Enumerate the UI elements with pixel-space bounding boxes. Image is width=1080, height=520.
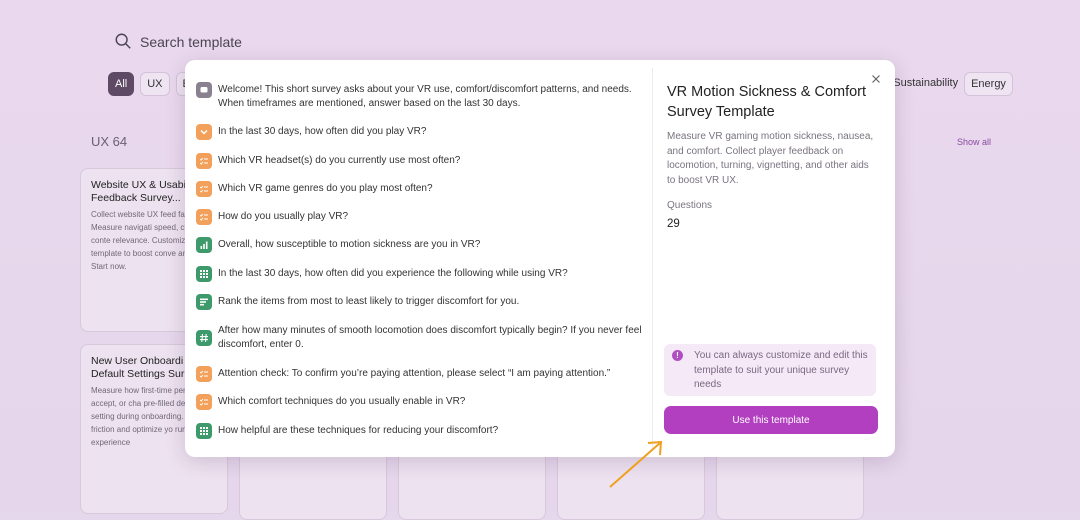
customize-notice: ! You can always customize and edit this… [664,344,876,396]
question-text: In the last 30 days, how often did you e… [218,268,568,279]
question-text: After how many minutes of smooth locomot… [218,325,642,350]
bar-chart-icon [196,237,212,253]
questions-count: 29 [667,218,680,230]
question-text: Overall, how susceptible to motion sickn… [218,239,481,250]
ranking-icon [196,294,212,310]
question-item: Which comfort techniques do you usually … [196,394,648,410]
checklist-icon [196,153,212,169]
template-preview-modal: Welcome! This short survey asks about yo… [185,60,895,457]
checklist-icon [196,209,212,225]
grid-icon [196,266,212,282]
chip-energy[interactable]: Energy [964,72,1013,96]
question-text: Which VR game genres do you play most of… [218,183,433,194]
hash-icon [196,330,212,346]
question-item: Overall, how susceptible to motion sickn… [196,237,648,253]
use-template-button[interactable]: Use this template [664,406,878,434]
question-item: How do you usually play VR? [196,209,648,225]
template-description: Measure VR gaming motion sickness, nause… [667,131,874,186]
question-list[interactable]: Welcome! This short survey asks about yo… [185,60,653,457]
checklist-icon [196,366,212,382]
chip-all[interactable]: All [108,72,135,96]
question-item: Which VR headset(s) do you currently use… [196,153,648,169]
question-text: Welcome! This short survey asks about yo… [218,84,632,109]
template-title: VR Motion Sickness & Comfort Survey Temp… [667,84,867,120]
question-text: Rank the items from most to least likely… [218,296,520,307]
search-icon [114,32,132,53]
question-text: Attention check: To confirm you’re payin… [218,368,611,379]
search-input[interactable]: Search template [140,34,242,50]
grid-icon [196,423,212,439]
show-all-link[interactable]: Show all [957,137,991,147]
question-item: Rank the items from most to least likely… [196,294,648,310]
question-text: How do you usually play VR? [218,211,349,222]
question-text: How helpful are these techniques for red… [218,425,499,436]
chip-ux[interactable]: UX [140,72,170,96]
question-item: In the last 30 days, how often did you p… [196,124,648,140]
question-item: In the last 30 days, how often did you e… [196,266,648,282]
panel-divider [652,68,653,449]
chevron-down-icon [196,124,212,140]
checklist-icon [196,394,212,410]
search-bar[interactable]: Search template [108,24,994,60]
question-text: Which comfort techniques do you usually … [218,396,466,407]
question-item: Attention check: To confirm you’re payin… [196,366,648,382]
info-icon: ! [672,350,683,361]
question-text: Which VR headset(s) do you currently use… [218,155,461,166]
question-item: Welcome! This short survey asks about yo… [196,82,648,111]
question-text: In the last 30 days, how often did you p… [218,126,427,137]
checklist-icon [196,181,212,197]
questions-label: Questions [667,200,713,211]
chip-sustainability[interactable]: Sustainability [891,72,960,94]
section-title: UX 64 [91,134,128,149]
question-item: Which VR game genres do you play most of… [196,181,648,197]
question-item: How helpful are these techniques for red… [196,423,648,439]
question-item: After how many minutes of smooth locomot… [196,324,648,352]
message-icon [196,82,212,98]
notice-text: You can always customize and edit this t… [694,350,868,390]
template-details-panel: VR Motion Sickness & Comfort Survey Temp… [664,60,895,457]
